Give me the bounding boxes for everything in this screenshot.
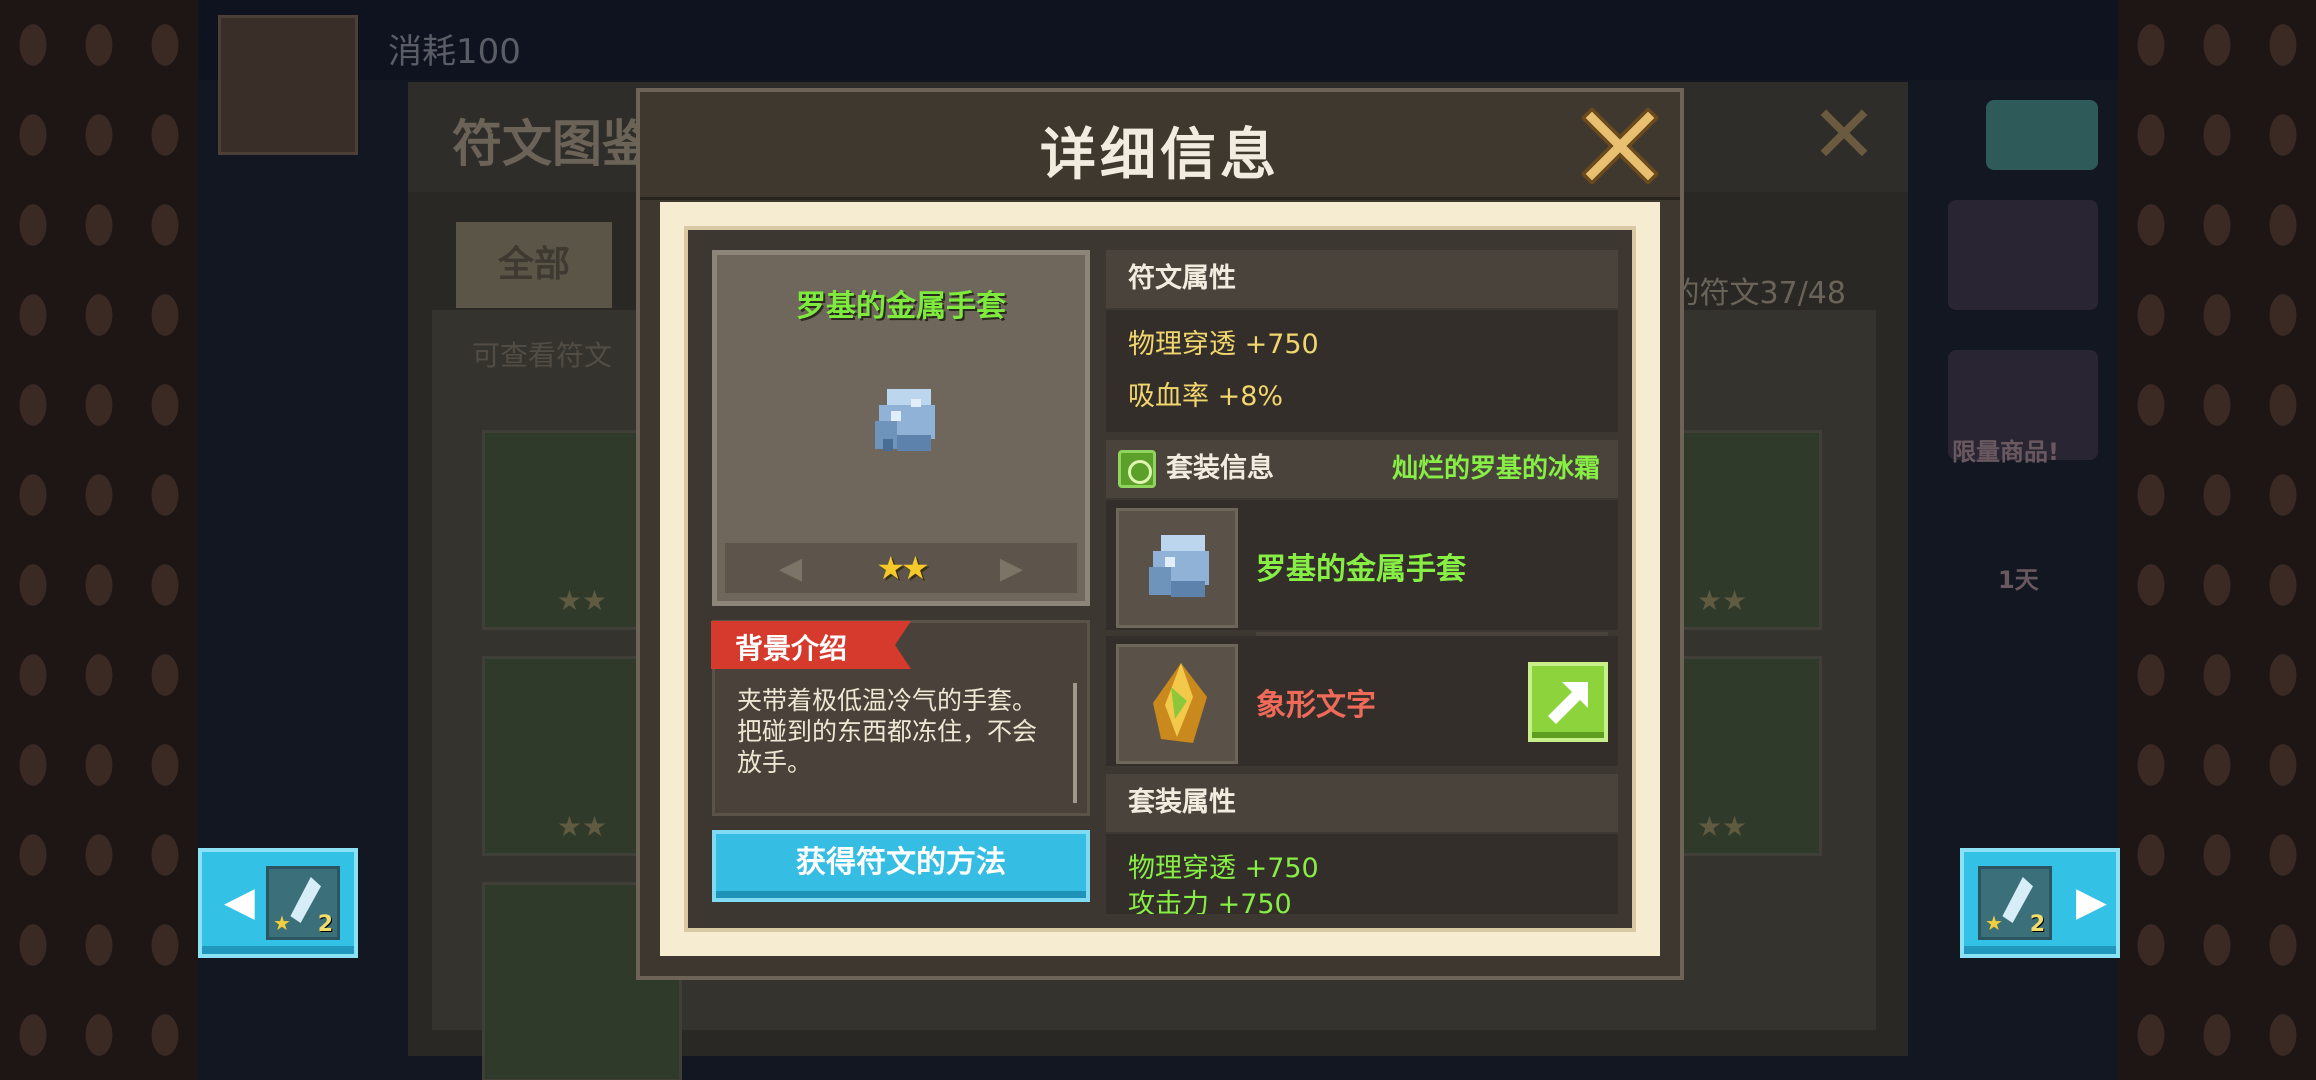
game-screen: { "background": { "score": "消耗100", "pan… [0, 0, 2316, 1080]
set-attributes-body: 物理穿透 +750 攻击力 +750 [1106, 834, 1618, 914]
close-icon [1580, 106, 1660, 186]
bg-limited-label: 限量商品! [1952, 438, 2059, 466]
dialog-title: 详细信息 [1040, 123, 1280, 188]
bg-tab-all: 全部 [456, 222, 612, 308]
bg-avatar [218, 15, 358, 155]
dialog-content: 罗基的金属手套 ◀ ★★ ▶ 背景介绍 夹带着极低温冷气的手套。把碰到的东西都冻… [684, 226, 1636, 932]
set-item-thumb [1116, 644, 1238, 764]
bg-close-icon: ✕ [1810, 88, 1878, 181]
prev-rune-level: 2 [317, 912, 333, 937]
rune-attribute-line: 物理穿透 +750 [1128, 329, 1319, 360]
background-intro-scrollbar[interactable] [1073, 683, 1077, 803]
crystal-icon: ★ 2 [266, 866, 340, 940]
rune-attributes-body: 物理穿透 +750 吸血率 +8% [1106, 310, 1618, 432]
set-item-name: 罗基的金属手套 [1256, 552, 1466, 587]
rune-star-rating: ★★ [876, 549, 929, 587]
rune-attributes-header: 符文属性 [1106, 250, 1618, 308]
bg-score: 消耗100 [388, 32, 521, 72]
arrow-up-right-icon [1548, 682, 1588, 724]
preview-nav-bar: ◀ ★★ ▶ [725, 543, 1077, 593]
background-intro-panel: 背景介绍 夹带着极低温冷气的手套。把碰到的东西都冻住，不会放手。 [711, 620, 1090, 816]
set-attribute-line: 物理穿透 +750 [1128, 853, 1319, 884]
set-item-row: 罗基的金属手套 [1106, 500, 1618, 630]
set-name: 灿烂的罗基的冰霜 [1391, 454, 1600, 484]
set-attributes-header: 套装属性 [1106, 774, 1618, 832]
side-decoration-right [2118, 0, 2316, 1080]
gauntlet-icon [1149, 535, 1209, 597]
set-swirl-icon [1118, 450, 1156, 488]
next-rune-level: 2 [2029, 912, 2045, 937]
set-item-thumb [1116, 508, 1238, 628]
bg-panel-title: 符文图鉴 [452, 115, 652, 173]
chevron-right-icon[interactable]: ▶ [1000, 551, 1023, 586]
background-intro-label: 背景介绍 [735, 632, 848, 665]
crystal-icon [1153, 663, 1207, 743]
set-item-row: 象形文字 [1106, 636, 1618, 766]
set-item-name: 象形文字 [1256, 688, 1376, 723]
background-intro-text: 夹带着极低温冷气的手套。把碰到的东西都冻住，不会放手。 [737, 686, 1038, 777]
rune-attribute-line: 吸血率 +8% [1128, 381, 1284, 412]
crystal-icon: ★ 2 [1978, 866, 2052, 940]
goto-rune-button[interactable] [1528, 662, 1608, 742]
set-attribute-line: 攻击力 +750 [1128, 889, 1292, 914]
bg-days-label: 1天 [1998, 566, 2039, 594]
bg-sub-label: 可查看符文 [472, 339, 613, 372]
gauntlet-icon [875, 389, 935, 451]
rune-details-list[interactable]: 符文属性 物理穿透 +750 吸血率 +8% 套装信息 灿烂的罗基的冰霜 罗基的… [1106, 250, 1618, 914]
dialog-header: 详细信息 [640, 92, 1680, 200]
close-button[interactable] [1580, 106, 1660, 186]
rune-preview: 罗基的金属手套 ◀ ★★ ▶ [712, 250, 1090, 606]
dialog-body: 罗基的金属手套 ◀ ★★ ▶ 背景介绍 夹带着极低温冷气的手套。把碰到的东西都冻… [660, 202, 1660, 956]
chevron-right-icon: ▶ [2076, 879, 2107, 925]
detail-dialog: 详细信息 罗基的金属手套 ◀ ★★ ▶ 背景介绍 夹带着极低温冷气的手套。把碰到… [636, 88, 1684, 980]
rune-name: 罗基的金属手套 [796, 289, 1006, 324]
next-rune-button[interactable]: ★ 2 ▶ [1960, 848, 2120, 958]
prev-rune-button[interactable]: ◀ ★ 2 [198, 848, 358, 958]
set-info-label: 套装信息 [1166, 453, 1274, 484]
obtain-method-button[interactable]: 获得符文的方法 [712, 830, 1090, 902]
background-intro-ribbon: 背景介绍 [711, 621, 911, 669]
set-info-header: 套装信息 灿烂的罗基的冰霜 [1106, 440, 1618, 498]
chevron-left-icon: ◀ [224, 879, 255, 925]
side-decoration-left [0, 0, 198, 1080]
bg-event-icon [1948, 200, 2098, 310]
